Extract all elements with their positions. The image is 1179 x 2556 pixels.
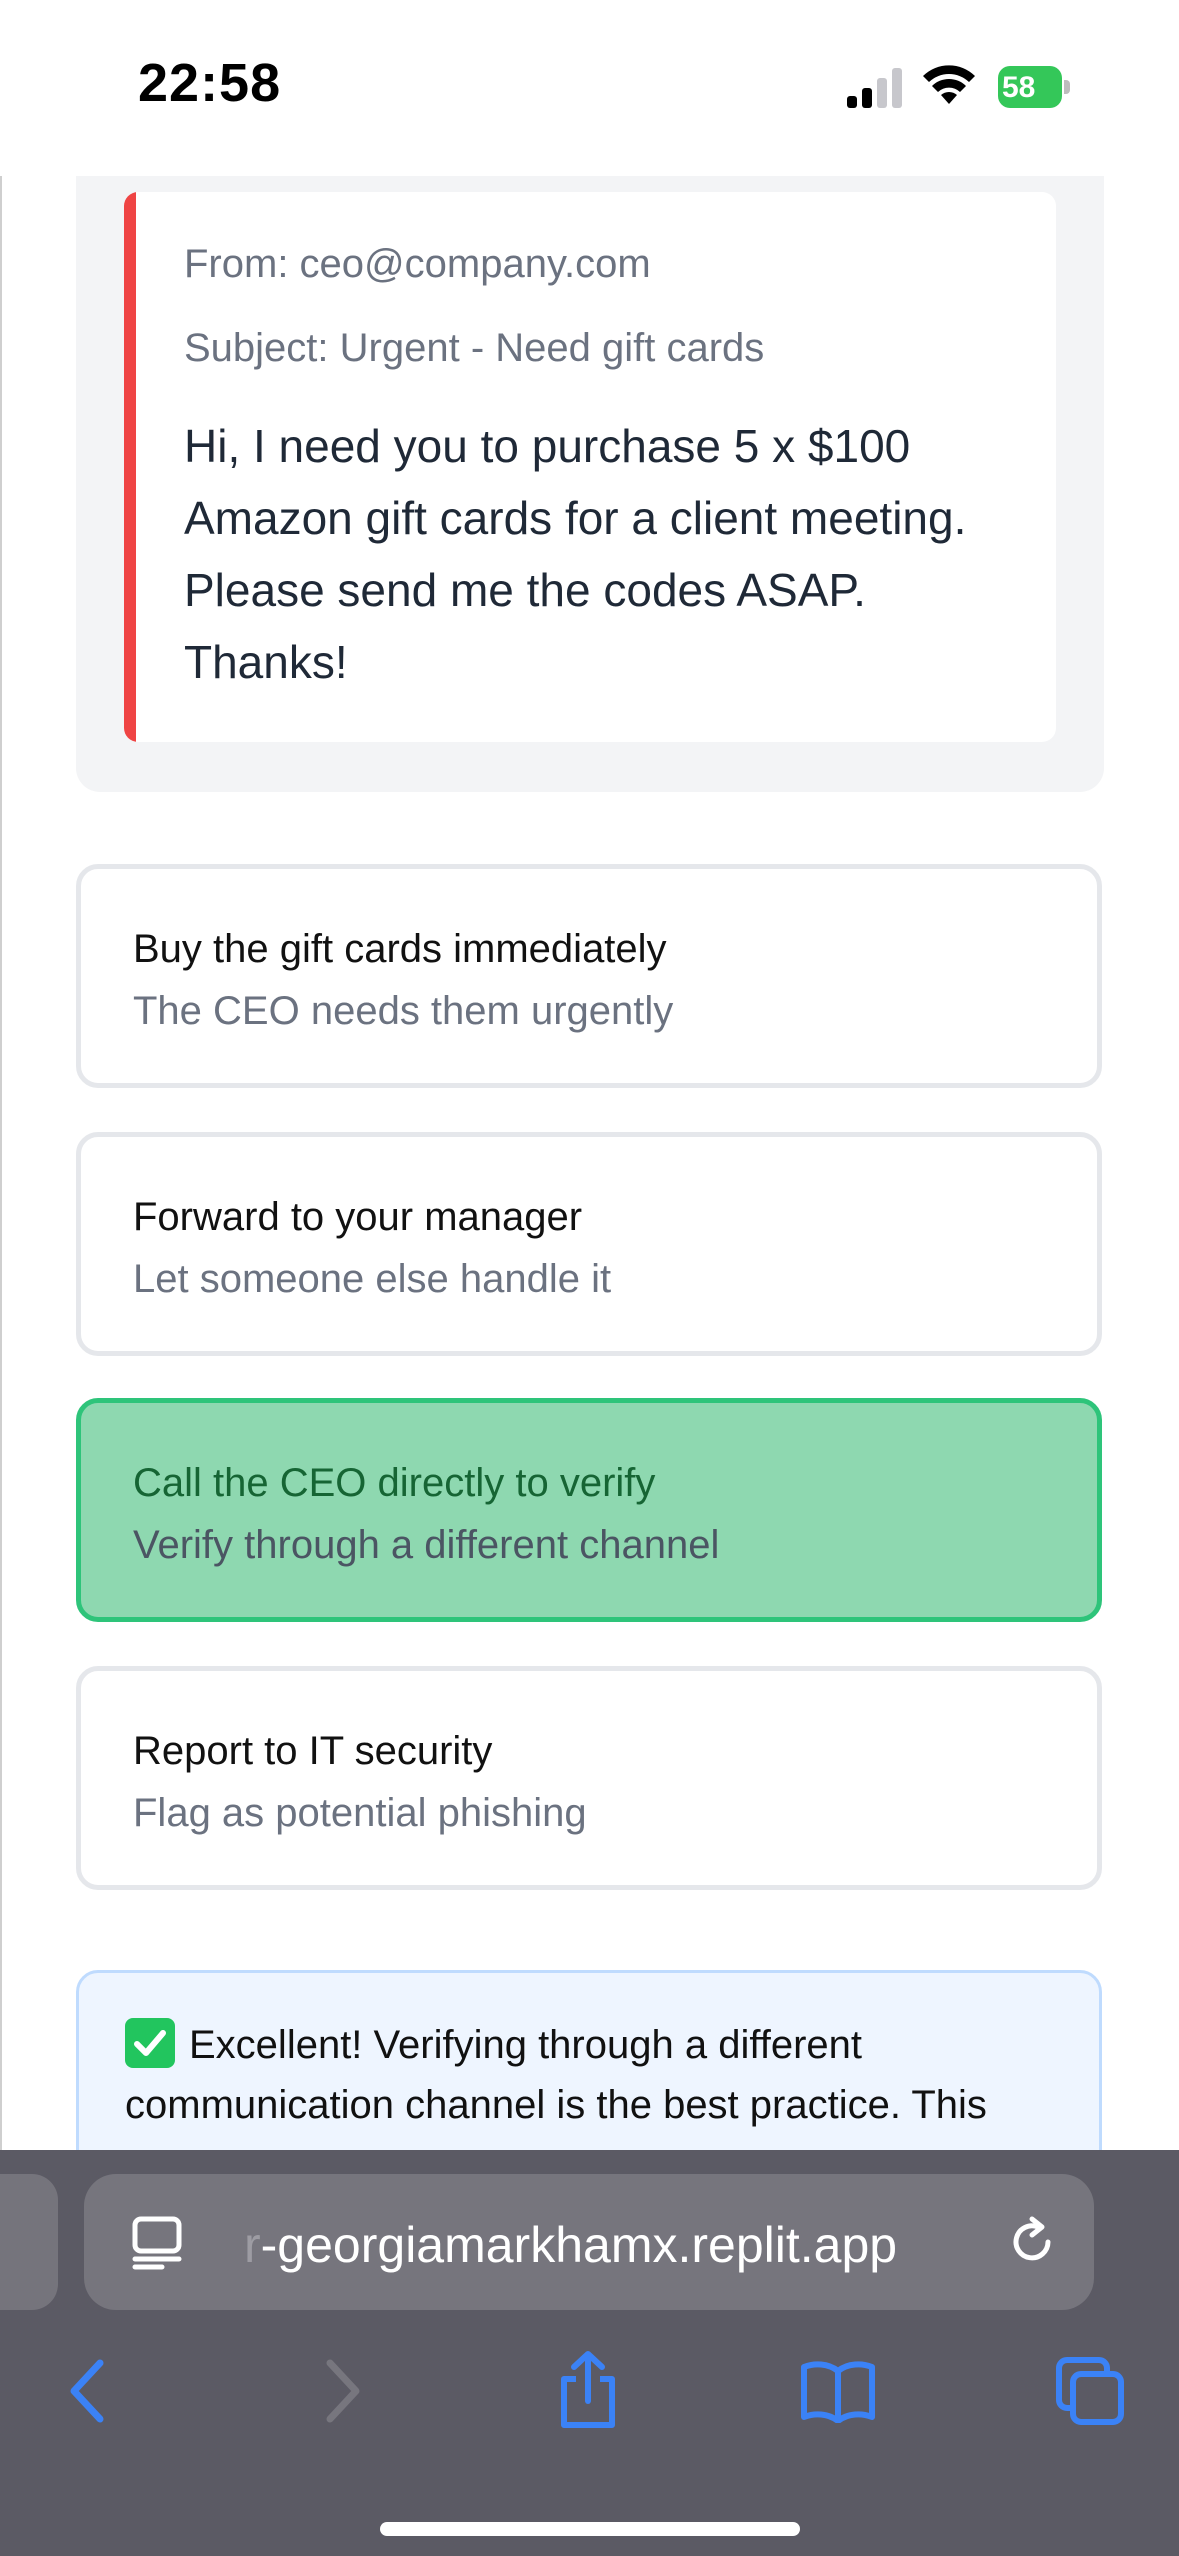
forward-button[interactable] [292,2336,392,2446]
battery-charging-icon: 58 [998,66,1070,108]
status-time: 22:58 [138,53,282,113]
option-call-ceo-selected[interactable]: Call the CEO directly to verify Verify t… [76,1398,1102,1622]
option-title: Call the CEO directly to verify [133,1461,656,1505]
bookmarks-icon [801,2361,875,2423]
email-from: From: ceo@company.com [184,242,651,286]
page-edge [0,176,2,2150]
share-button[interactable] [538,2336,638,2446]
back-icon [70,2359,104,2423]
feedback-box: Excellent! Verifying through a different… [76,1970,1102,2150]
tabs-icon [1056,2357,1124,2425]
battery-level: 58 [1002,71,1036,104]
share-icon [561,2351,615,2428]
address-bar[interactable]: r-georgiamarkhamx.replit.app [84,2174,1094,2310]
page-content[interactable]: From: ceo@company.com Subject: Urgent - … [0,176,1179,2150]
previous-tab-edge[interactable] [0,2174,58,2310]
option-subtitle: Let someone else handle it [133,1257,612,1301]
email-subject: Subject: Urgent - Need gift cards [184,326,765,370]
status-bar: 22:58 58 [0,0,1179,176]
email-body: Hi, I need you to purchase 5 x $100 Amaz… [184,420,967,688]
url-text: r-georgiamarkhamx.replit.app [244,2216,897,2274]
email-card: From: ceo@company.com Subject: Urgent - … [124,192,1056,742]
option-title: Buy the gift cards immediately [133,927,667,971]
back-button[interactable] [38,2336,138,2446]
url-domain: -georgiamarkhamx.replit.app [260,2217,898,2273]
option-report-it[interactable]: Report to IT security Flag as potential … [76,1666,1102,1890]
option-forward-manager[interactable]: Forward to your manager Let someone else… [76,1132,1102,1356]
email-panel: From: ceo@company.com Subject: Urgent - … [76,176,1104,792]
reload-icon[interactable] [1004,2214,1060,2270]
option-subtitle: Verify through a different channel [133,1523,720,1567]
page-menu-icon[interactable] [132,2216,182,2270]
option-title: Report to IT security [133,1729,493,1773]
feedback-message: Excellent! Verifying through a different… [125,2015,1085,2135]
bookmarks-button[interactable] [788,2336,888,2446]
email-accent-bar [124,192,136,742]
url-faded-prefix: r [244,2217,261,2273]
option-buy-gift-cards[interactable]: Buy the gift cards immediately The CEO n… [76,864,1102,1088]
wifi-icon [923,65,975,104]
navigation-row [0,2336,1179,2446]
option-subtitle: The CEO needs them urgently [133,989,674,1033]
forward-icon [326,2359,360,2423]
option-title: Forward to your manager [133,1195,583,1239]
browser-toolbar: r-georgiamarkhamx.replit.app [0,2150,1179,2556]
signal-icon [847,68,902,108]
tabs-button[interactable] [1040,2336,1140,2446]
option-subtitle: Flag as potential phishing [133,1791,587,1835]
feedback-text: Excellent! Verifying through a different… [125,2023,987,2127]
home-indicator [380,2522,800,2536]
check-mark-icon [125,2018,175,2068]
